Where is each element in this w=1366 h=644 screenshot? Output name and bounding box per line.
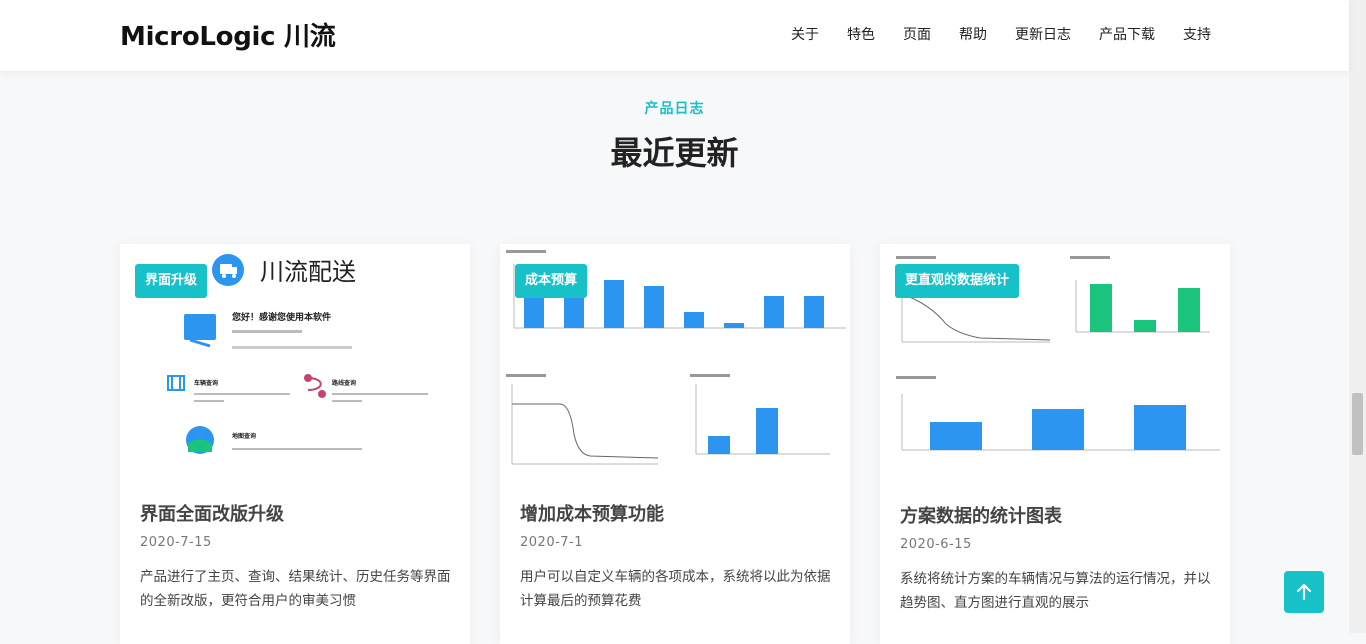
card-title[interactable]: 方案数据的统计图表 — [900, 502, 1062, 528]
greeting-text: 您好！感谢您使用本软件 — [232, 311, 331, 323]
img-item-map: 地图查询 — [232, 432, 256, 440]
nav-features[interactable]: 特色 — [847, 24, 875, 44]
nav-changelog[interactable]: 更新日志 — [1015, 24, 1071, 44]
nav-download[interactable]: 产品下载 — [1099, 24, 1155, 44]
card-title[interactable]: 增加成本预算功能 — [520, 500, 664, 526]
update-card-ui[interactable]: 川流配送 您好！感谢您使用本软件 车辆查询 路线查询 地图查询 界面升级 界面全… — [120, 244, 470, 644]
card-date: 2020-6-15 — [900, 537, 972, 552]
logo-wordmark: 川流配送 — [260, 258, 356, 286]
card-badge[interactable]: 界面升级 — [135, 264, 208, 298]
back-to-top-button[interactable] — [1284, 571, 1324, 613]
update-card-cost[interactable]: 成本预算 增加成本预算功能 2020-7-1 用户可以自定义车辆的各项成本，系统… — [500, 244, 850, 644]
top-navbar: MicroLogic 川流 关于 特色 页面 帮助 更新日志 产品下载 支持 — [0, 0, 1349, 71]
scrollbar-thumb[interactable] — [1352, 393, 1363, 455]
nav-pages[interactable]: 页面 — [903, 24, 931, 44]
arrow-up-icon — [1296, 583, 1312, 601]
img-item-route: 路线查询 — [332, 379, 356, 387]
card-description: 产品进行了主页、查询、结果统计、历史任务等界面的全新改版，更符合用户的审美习惯 — [140, 569, 451, 609]
nav-help[interactable]: 帮助 — [959, 24, 987, 44]
card-badge[interactable]: 成本预算 — [515, 264, 588, 298]
brand-logo[interactable]: MicroLogic 川流 — [120, 16, 336, 53]
card-date: 2020-7-1 — [520, 535, 584, 550]
card-title[interactable]: 界面全面改版升级 — [140, 500, 284, 526]
card-badge[interactable]: 更直观的数据统计 — [895, 264, 1020, 298]
card-description: 系统将统计方案的车辆情况与算法的运行情况，并以趋势图、直方图进行直观的展示 — [900, 571, 1211, 611]
update-card-stats[interactable]: 更直观的数据统计 方案数据的统计图表 2020-6-15 系统将统计方案的车辆情… — [880, 244, 1230, 644]
nav-about[interactable]: 关于 — [791, 24, 819, 44]
card-date: 2020-7-15 — [140, 535, 212, 550]
section-title: 最近更新 — [610, 134, 739, 172]
nav-support[interactable]: 支持 — [1183, 24, 1211, 44]
nav-menu: 关于 特色 页面 帮助 更新日志 产品下载 支持 — [763, 24, 1211, 44]
page-scrollbar[interactable] — [1349, 0, 1366, 633]
section-tag: 产品日志 — [644, 101, 705, 117]
card-description: 用户可以自定义车辆的各项成本，系统将以此为依据计算最后的预算花费 — [520, 569, 831, 609]
img-item-vehicle: 车辆查询 — [194, 379, 218, 387]
